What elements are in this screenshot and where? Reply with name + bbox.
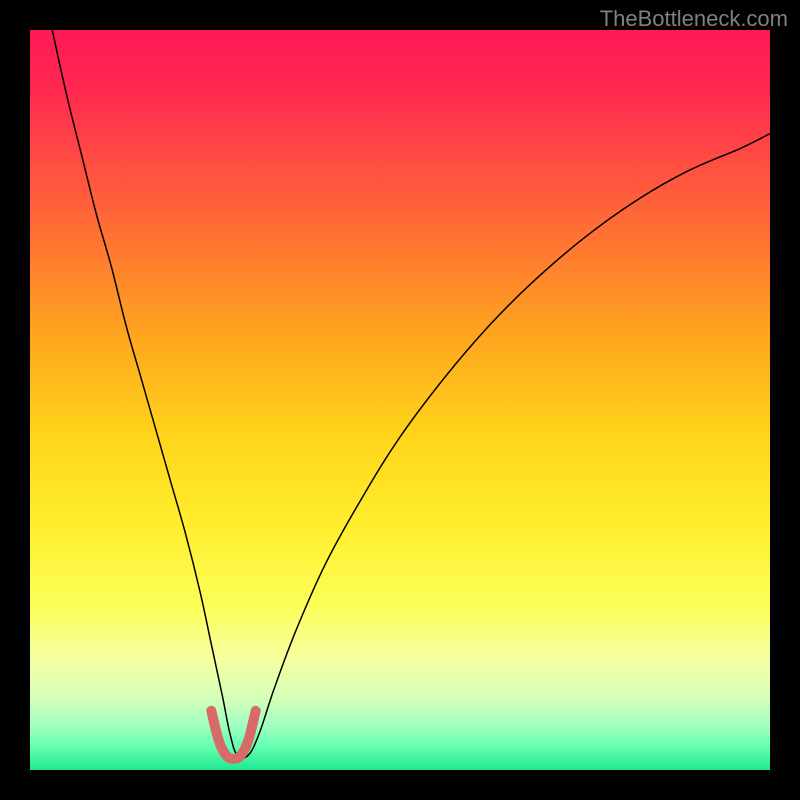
bottleneck-curve [52, 30, 770, 758]
plot-area [30, 30, 770, 770]
curve-layer [30, 30, 770, 770]
watermark-text: TheBottleneck.com [600, 6, 788, 32]
bottom-highlight [211, 711, 255, 759]
